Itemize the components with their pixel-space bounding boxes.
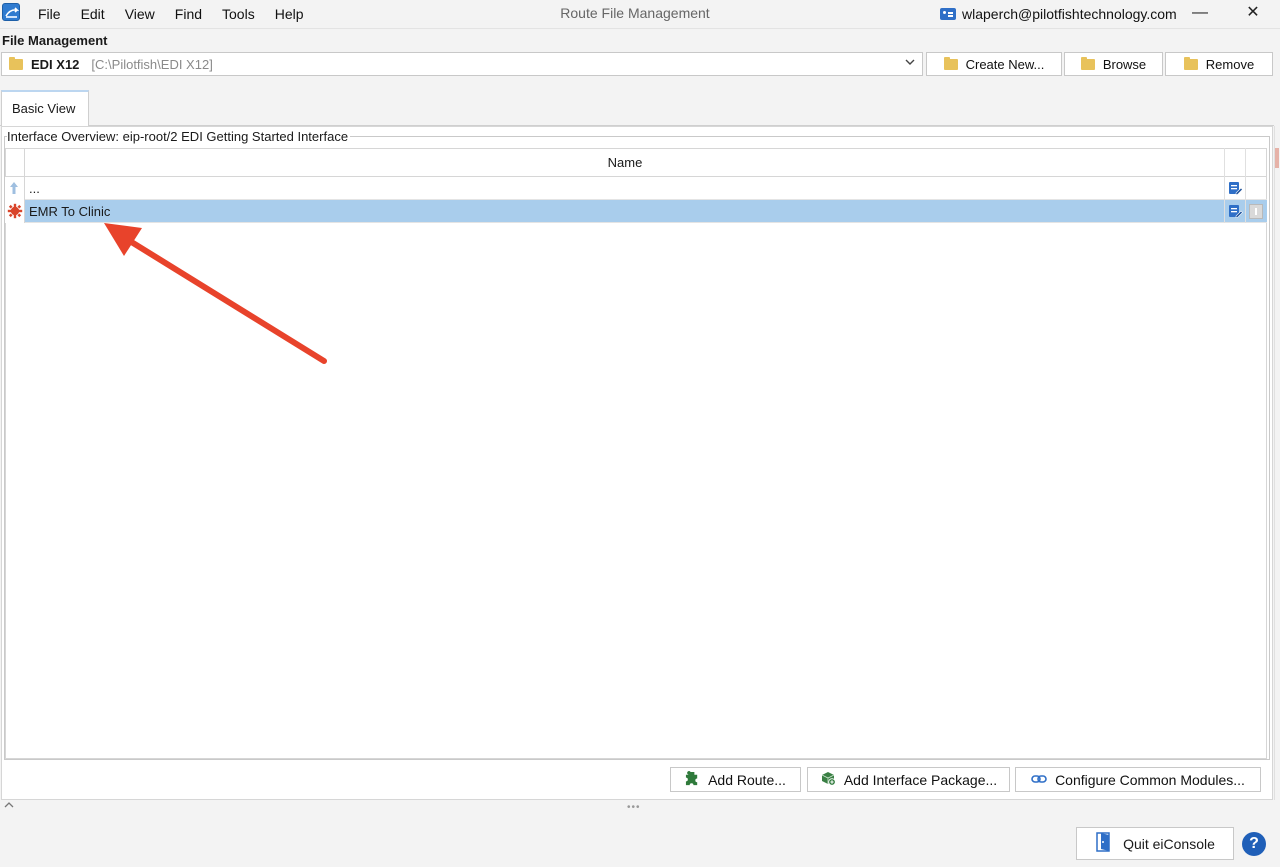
add-interface-package-label: Add Interface Package... bbox=[843, 771, 998, 788]
route-table bbox=[5, 148, 1267, 759]
file-management-label: File Management bbox=[2, 33, 108, 48]
create-new-button[interactable]: Create New... bbox=[926, 52, 1062, 76]
user-account[interactable]: wlaperch@pilotfishtechnology.com bbox=[940, 5, 1177, 23]
package-add-icon bbox=[820, 770, 836, 789]
quit-label: Quit eiConsole bbox=[1123, 835, 1215, 852]
splitter-handle[interactable]: ••• bbox=[627, 802, 641, 813]
divider bbox=[0, 28, 1280, 29]
header-gutter bbox=[5, 148, 25, 177]
edge-marker bbox=[1275, 148, 1279, 168]
folder-check-icon bbox=[9, 56, 23, 70]
exit-door-icon bbox=[1095, 832, 1113, 855]
table-row-selected[interactable] bbox=[5, 200, 1267, 223]
create-new-label: Create New... bbox=[965, 56, 1045, 72]
chevron-down-icon[interactable] bbox=[904, 56, 916, 71]
collapse-caret-icon[interactable] bbox=[3, 798, 15, 812]
selected-file-path: [C:\Pilotfish\EDI X12] bbox=[91, 56, 213, 72]
folder-icon bbox=[1080, 56, 1095, 70]
route-gear-icon bbox=[7, 203, 23, 222]
minimize-button[interactable]: — bbox=[1188, 2, 1212, 24]
add-route-button[interactable]: Add Route... bbox=[670, 767, 801, 792]
remove-label: Remove bbox=[1205, 56, 1255, 72]
info-icon[interactable] bbox=[1249, 204, 1263, 219]
add-route-label: Add Route... bbox=[708, 771, 786, 788]
panel-edge bbox=[1274, 126, 1280, 800]
quit-eiconsole-button[interactable]: Quit eiConsole bbox=[1076, 827, 1234, 860]
link-icon bbox=[1031, 772, 1047, 788]
help-icon[interactable]: ? bbox=[1242, 832, 1266, 856]
folder-minus-icon bbox=[1183, 56, 1198, 70]
browse-label: Browse bbox=[1102, 56, 1147, 72]
user-email: wlaperch@pilotfishtechnology.com bbox=[962, 6, 1177, 22]
close-button[interactable]: ✕ bbox=[1241, 2, 1265, 24]
table-row[interactable] bbox=[5, 177, 1267, 200]
user-card-icon bbox=[940, 8, 956, 20]
configure-common-modules-label: Configure Common Modules... bbox=[1055, 771, 1245, 788]
puzzle-icon bbox=[685, 770, 700, 789]
tab-basic-view[interactable]: Basic View bbox=[1, 90, 89, 126]
selected-file-name: EDI X12 bbox=[31, 56, 80, 72]
up-arrow-icon bbox=[9, 181, 19, 198]
edit-notes-icon[interactable] bbox=[1227, 180, 1243, 199]
configure-common-modules-button[interactable]: Configure Common Modules... bbox=[1015, 767, 1261, 792]
edit-notes-icon[interactable] bbox=[1227, 203, 1243, 222]
folder-plus-icon bbox=[943, 56, 958, 70]
row-name-parent: ... bbox=[29, 181, 40, 196]
remove-button[interactable]: Remove bbox=[1165, 52, 1273, 76]
browse-button[interactable]: Browse bbox=[1064, 52, 1163, 76]
column-header-name[interactable]: Name bbox=[25, 155, 1225, 170]
file-management-select[interactable]: EDI X12 [C:\Pilotfish\EDI X12] bbox=[1, 52, 923, 76]
interface-overview-title: Interface Overview: eip-root/2 EDI Getti… bbox=[7, 129, 351, 144]
add-interface-package-button[interactable]: Add Interface Package... bbox=[807, 767, 1010, 792]
row-name-emr-to-clinic: EMR To Clinic bbox=[29, 204, 111, 219]
